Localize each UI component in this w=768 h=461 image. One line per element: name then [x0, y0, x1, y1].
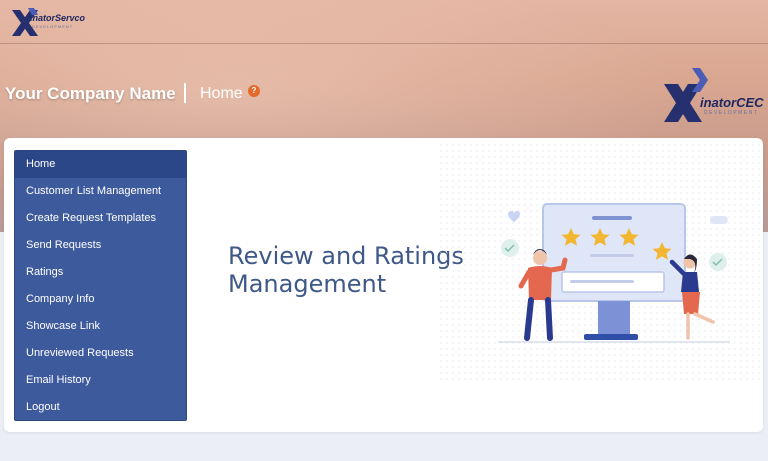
typing-bubble [710, 216, 728, 224]
header-divider [0, 43, 768, 44]
breadcrumb: Home [200, 85, 243, 102]
sidebar-item-send-requests[interactable]: Send Requests [15, 232, 186, 259]
help-icon[interactable]: ? [248, 85, 260, 97]
screen-input-text [570, 280, 634, 283]
screen-text-line [590, 254, 634, 257]
monitor-neck [598, 301, 630, 334]
sidebar-menu: Home Customer List Management Create Req… [14, 150, 187, 421]
page-title-line-1: Review and Ratings [228, 242, 464, 270]
main-card: Home Customer List Management Create Req… [4, 138, 763, 432]
partner-logo-text: inatorCEC [700, 95, 764, 110]
brand-logo-icon [12, 8, 38, 36]
man-head [533, 251, 547, 265]
sidebar-item-company-info[interactable]: Company Info [15, 286, 186, 313]
man-shirt [528, 266, 552, 300]
sidebar-item-email-history[interactable]: Email History [15, 367, 186, 394]
sidebar-item-home[interactable]: Home [15, 151, 186, 178]
page-title-line-2: Management [228, 270, 387, 298]
sidebar-item-unreviewed-requests[interactable]: Unreviewed Requests [15, 340, 186, 367]
sidebar-item-create-request-templates[interactable]: Create Request Templates [15, 205, 186, 232]
woman-skirt [682, 292, 700, 314]
sidebar-item-logout[interactable]: Logout [15, 394, 186, 420]
monitor-base [584, 334, 638, 340]
sidebar-item-showcase-link[interactable]: Showcase Link [15, 313, 186, 340]
company-name: Your Company Name [5, 84, 176, 103]
partner-logo-subtext: DEVELOPMENT [704, 110, 759, 116]
review-stars-illustration [440, 144, 760, 384]
screen-header-bar [592, 216, 632, 220]
breadcrumb-separator [184, 83, 186, 103]
sidebar-item-ratings[interactable]: Ratings [15, 259, 186, 286]
sidebar-item-customer-list-management[interactable]: Customer List Management [15, 178, 186, 205]
